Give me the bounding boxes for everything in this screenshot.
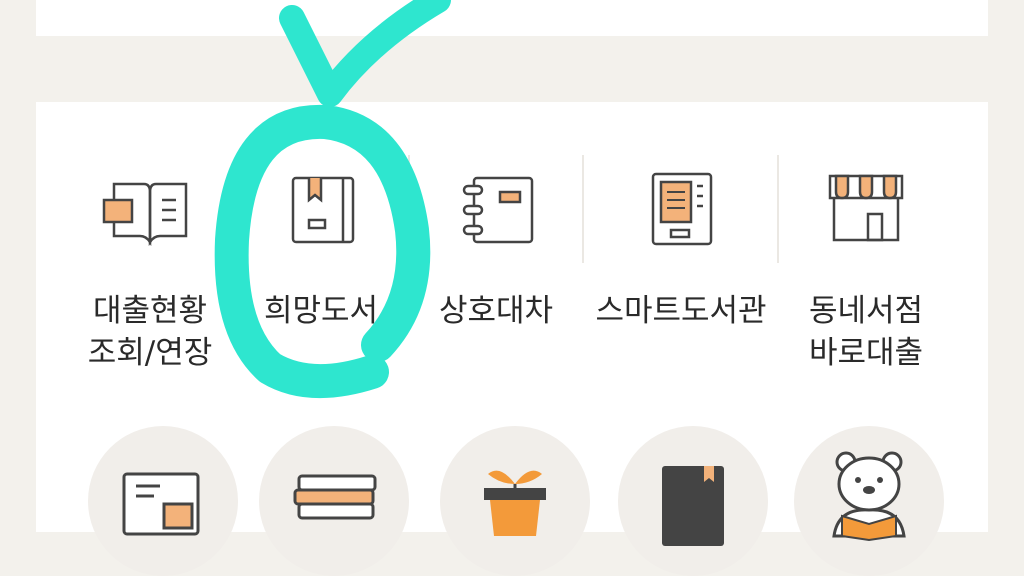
menu-item-local-bookstore[interactable]: 동네서점 바로대출 — [780, 150, 952, 380]
book-kiosk-icon — [631, 170, 731, 250]
laptop-icon — [122, 472, 200, 536]
closed-book-icon — [662, 466, 724, 546]
shortcut-book-stack[interactable] — [259, 426, 409, 576]
shortcut-laptop[interactable] — [88, 426, 238, 576]
book-stack-icon — [293, 474, 377, 520]
bear-reading-icon — [832, 451, 906, 542]
spiral-notebook-icon — [446, 170, 546, 250]
menu-item-label: 동네서점 바로대출 — [808, 293, 924, 371]
bookmarked-book-icon — [271, 170, 371, 250]
potted-sprout-icon — [484, 470, 546, 536]
shortcut-closed-book[interactable] — [618, 426, 768, 576]
shortcut-sprout[interactable] — [440, 426, 590, 576]
menu-item-loan-status[interactable]: 대출현황 조회/연장 — [64, 150, 236, 380]
menu-item-interlibrary-loan[interactable]: 상호대차 — [410, 150, 582, 380]
menu-item-smart-library[interactable]: 스마트도서관 — [593, 150, 769, 380]
open-book-icon — [100, 170, 200, 250]
menu-item-label: 스마트도서관 — [595, 293, 767, 329]
menu-item-label: 희망도서 — [263, 293, 379, 329]
menu-item-label: 상호대차 — [438, 293, 554, 329]
menu-divider — [582, 155, 584, 263]
menu-item-label: 대출현황 조회/연장 — [87, 293, 213, 371]
menu-item-wish-book[interactable]: 희망도서 — [235, 150, 407, 380]
storefront-icon — [816, 170, 916, 250]
shortcut-bear-reading[interactable] — [794, 426, 944, 576]
top-card — [36, 0, 988, 36]
menu-divider — [777, 155, 779, 263]
